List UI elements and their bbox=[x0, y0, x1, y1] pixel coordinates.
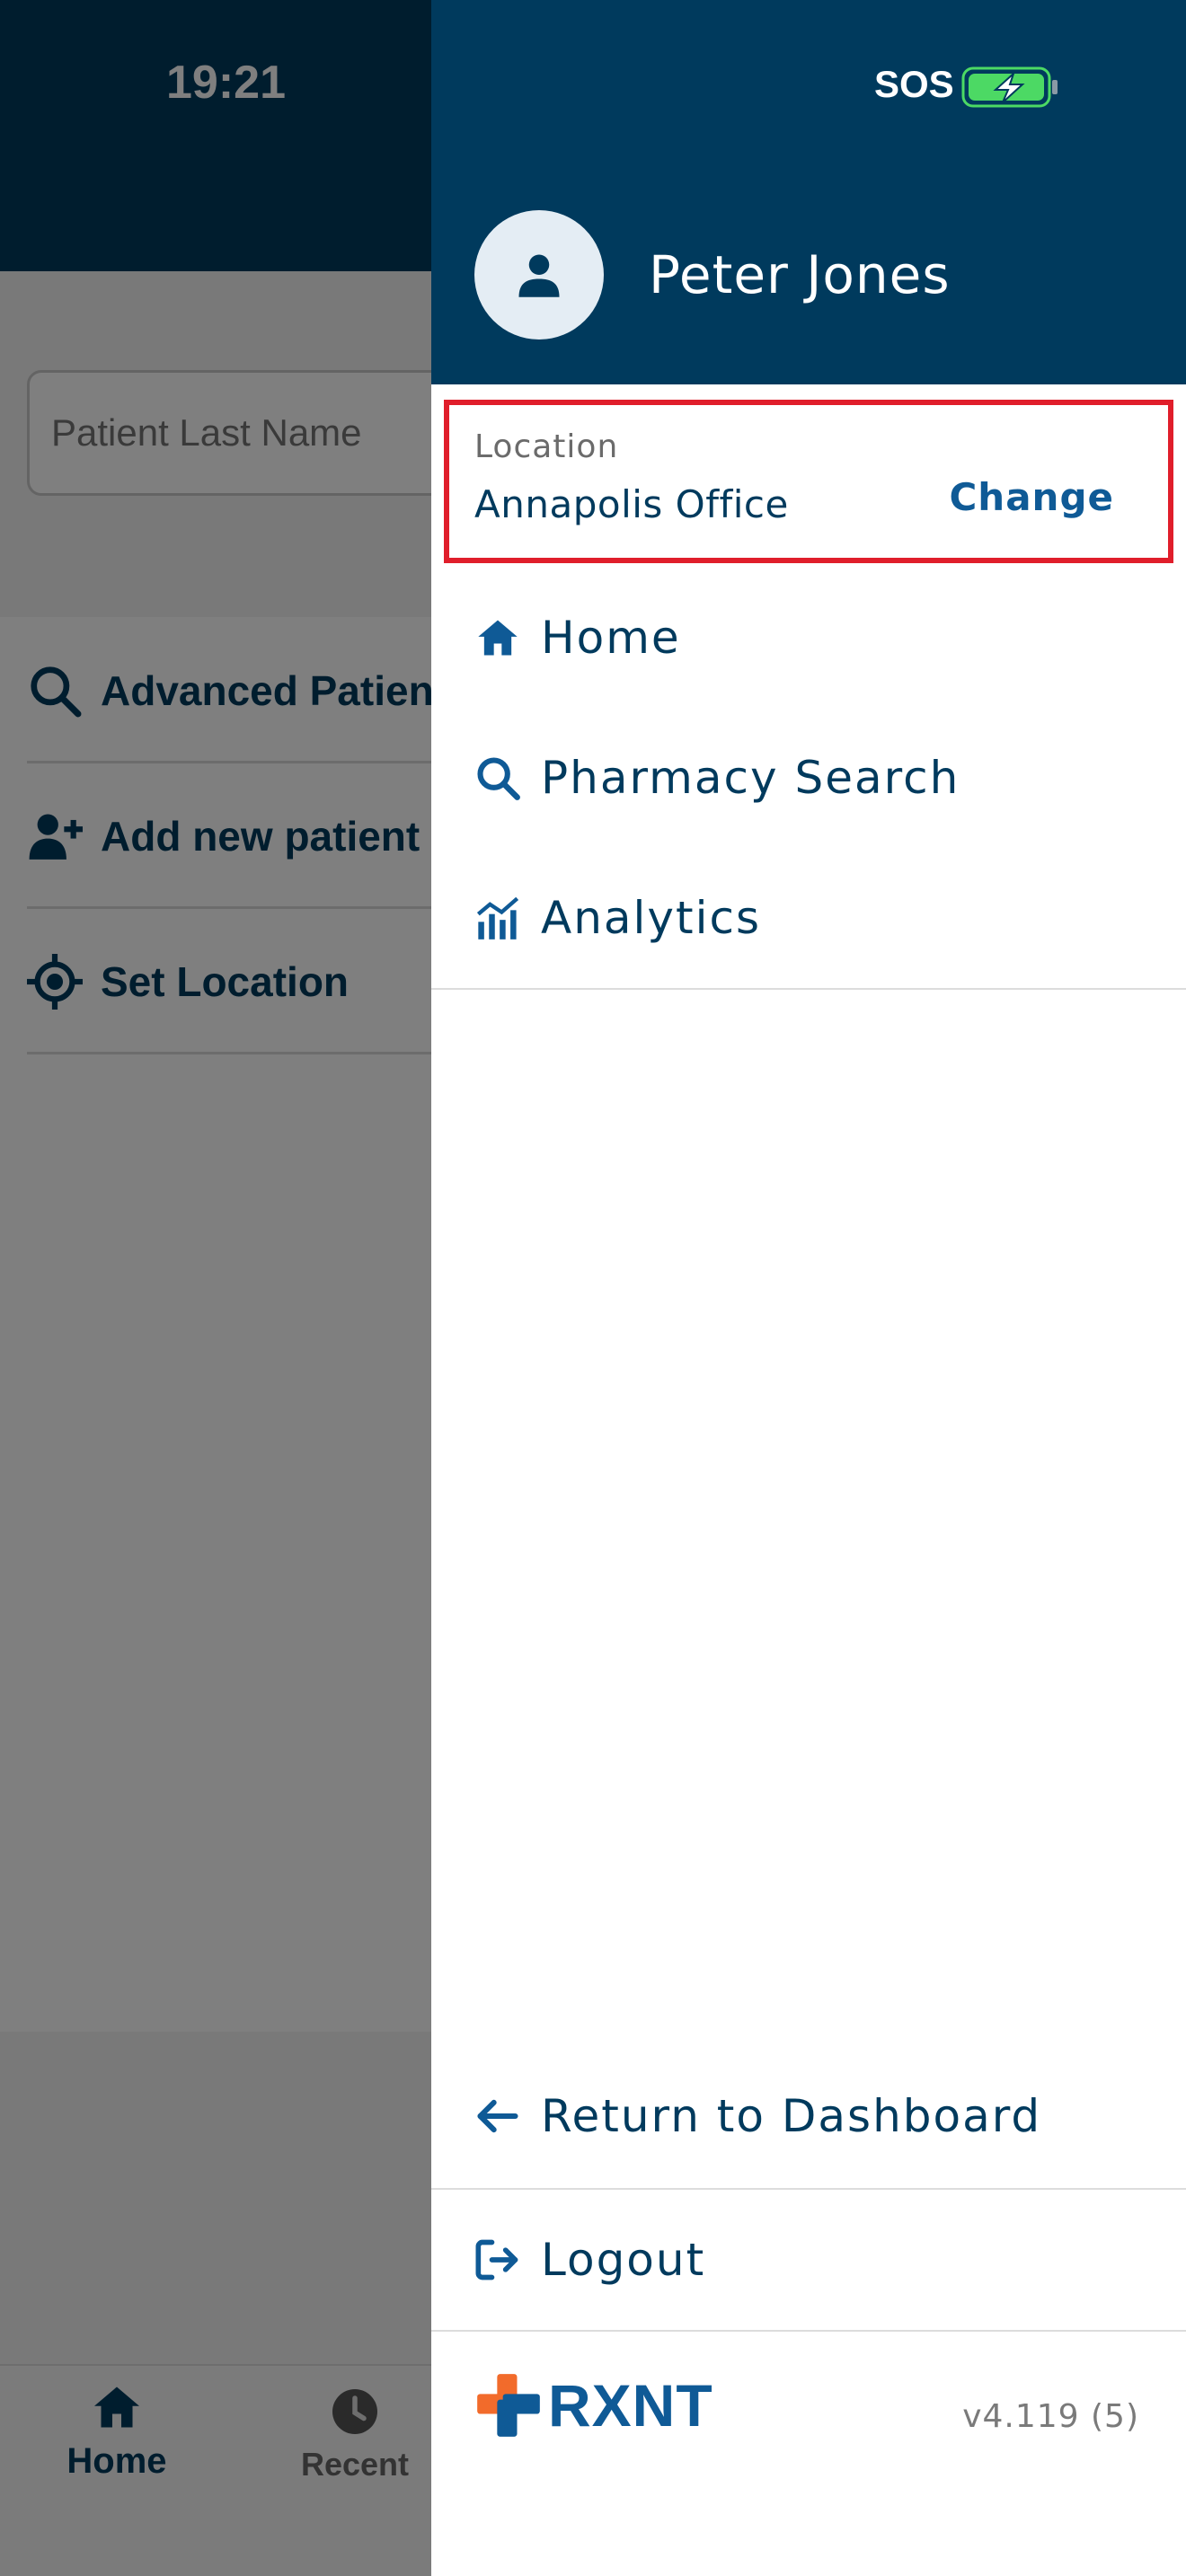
logout-label: Logout bbox=[541, 2234, 706, 2286]
navigation-drawer: SOS Peter Jones Location Annapolis Offic… bbox=[431, 0, 1186, 2576]
app-version: v4.119 (5) bbox=[962, 2398, 1139, 2435]
location-value: Annapolis Office bbox=[474, 482, 789, 526]
menu-item-home[interactable]: Home bbox=[431, 568, 1186, 708]
home-icon bbox=[478, 620, 518, 656]
user-name: Peter Jones bbox=[649, 244, 951, 305]
location-label: Location bbox=[474, 428, 619, 465]
analytics-icon bbox=[476, 896, 519, 940]
battery-charging-icon bbox=[961, 66, 1058, 108]
menu-item-analytics-label: Analytics bbox=[541, 892, 762, 944]
menu-item-home-label: Home bbox=[541, 612, 681, 664]
brand-name: RXNT bbox=[548, 2372, 713, 2439]
menu-item-analytics[interactable]: Analytics bbox=[431, 848, 1186, 988]
menu-item-pharmacy-search-label: Pharmacy Search bbox=[541, 752, 960, 804]
change-location-button[interactable]: Change bbox=[949, 475, 1114, 519]
return-to-dashboard-button[interactable]: Return to Dashboard bbox=[431, 2046, 1186, 2186]
drawer-header: SOS Peter Jones bbox=[431, 0, 1186, 384]
logout-button[interactable]: Logout bbox=[431, 2190, 1186, 2330]
rxnt-cross-logo-icon bbox=[477, 2374, 540, 2437]
return-to-dashboard-label: Return to Dashboard bbox=[541, 2090, 1042, 2142]
status-carrier: SOS bbox=[874, 63, 954, 105]
search-icon bbox=[477, 757, 520, 800]
location-selector: Location Annapolis Office Change bbox=[444, 400, 1173, 563]
avatar bbox=[474, 210, 604, 340]
divider bbox=[431, 988, 1186, 990]
user-icon bbox=[518, 254, 560, 297]
arrow-left-icon bbox=[477, 2099, 518, 2133]
menu-item-pharmacy-search[interactable]: Pharmacy Search bbox=[431, 708, 1186, 848]
brand-logo: RXNT bbox=[474, 2371, 713, 2439]
logout-icon bbox=[475, 2239, 518, 2280]
divider bbox=[431, 2330, 1186, 2332]
